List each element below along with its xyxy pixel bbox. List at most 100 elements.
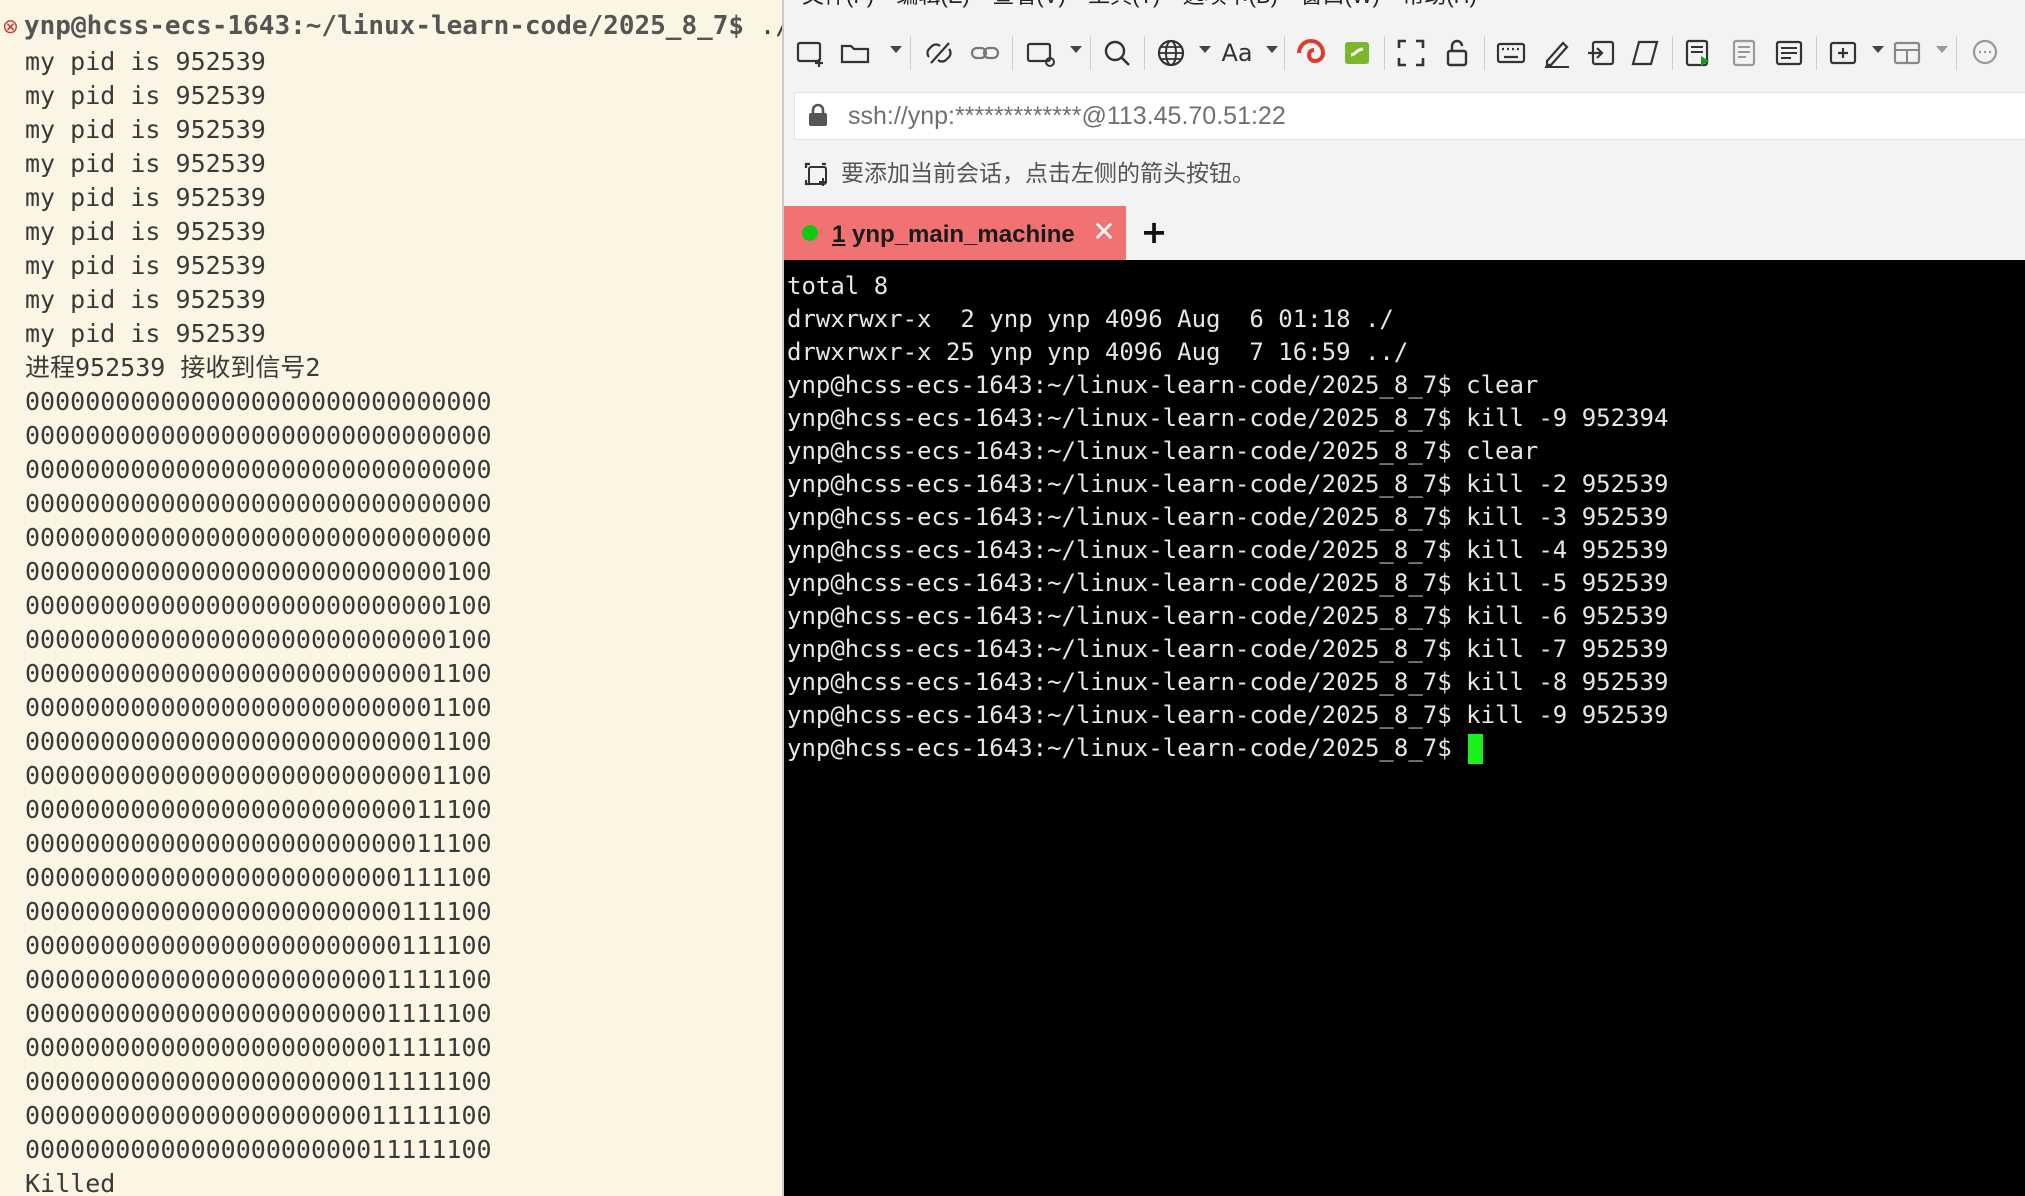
globe-dropdown-icon[interactable] <box>1199 46 1211 53</box>
left-prompt-command: ./Te <box>759 11 782 41</box>
terminal-current-prompt: ynp@hcss-ecs-1643:~/linux-learn-code/202… <box>787 732 1668 765</box>
terminal-line: 0000000000000000000000000011100 <box>25 795 492 824</box>
terminal-cursor <box>1468 734 1484 764</box>
terminal-line: my pid is 952539 <box>25 183 266 212</box>
xftp-icon[interactable] <box>1290 32 1332 74</box>
new-session-icon[interactable] <box>790 32 832 74</box>
left-terminal-output: my pid is 952539 my pid is 952539 my pid i… <box>25 45 492 1196</box>
menu-file[interactable]: 文件(F) <box>802 0 874 10</box>
keyboard-icon[interactable] <box>1490 32 1532 74</box>
toolbar-separator <box>1816 36 1817 70</box>
terminal-line: ynp@hcss-ecs-1643:~/linux-learn-code/202… <box>787 569 1669 597</box>
left-terminal-prompt: ⊗ ynp@hcss-ecs-1643:~/linux-learn-code/20… <box>0 6 782 46</box>
terminal-line: my pid is 952539 <box>25 149 266 178</box>
menu-bar: 文件(F) 编辑(E) 查看(V) 工具(T) 选项卡(B) 窗口(W) 帮助(… <box>784 0 2025 10</box>
new-window-icon[interactable] <box>1020 32 1062 74</box>
menu-window[interactable]: 窗口(W) <box>1300 0 1379 10</box>
send-icon[interactable] <box>1580 32 1622 74</box>
terminal-line: my pid is 952539 <box>25 319 266 348</box>
compose-icon[interactable] <box>1768 32 1810 74</box>
left-prompt-path: ynp@hcss-ecs-1643:~/linux-learn-code/202… <box>24 11 745 41</box>
terminal-line: 0000000000000000000000000000100 <box>25 557 492 586</box>
terminal-line: 0000000000000000000000000111100 <box>25 863 492 892</box>
terminal-line: 0000000000000000000000000000000 <box>25 489 492 518</box>
terminal-line: my pid is 952539 <box>25 81 266 110</box>
menu-tools[interactable]: 工具(T) <box>1088 0 1160 10</box>
terminal-line: ynp@hcss-ecs-1643:~/linux-learn-code/202… <box>787 404 1669 432</box>
xshell-green-icon[interactable] <box>1336 32 1378 74</box>
terminal-line: 0000000000000000000000000000000 <box>25 421 492 450</box>
menu-help[interactable]: 帮助(H) <box>1402 0 1477 10</box>
tab-ynp-main-machine[interactable]: 1 ynp_main_machine ✕ <box>784 206 1126 260</box>
terminal-line: 0000000000000000000000000000000 <box>25 523 492 552</box>
toolbar-separator <box>1484 36 1485 70</box>
chat-icon[interactable] <box>1964 32 2006 74</box>
layout-dropdown-icon[interactable] <box>1936 46 1948 53</box>
pen-icon[interactable] <box>1536 32 1578 74</box>
terminal-line: total 8 <box>787 272 889 300</box>
menu-edit[interactable]: 编辑(E) <box>897 0 970 10</box>
connection-status-icon <box>802 225 818 241</box>
terminal-line: 0000000000000000000000000000000 <box>25 387 492 416</box>
layout-icon[interactable] <box>1886 32 1928 74</box>
address-bar[interactable]: ssh://ynp:*************@113.45.70.51:22 <box>794 92 2025 140</box>
toolbar-separator <box>1284 36 1285 70</box>
add-tab-button[interactable]: + <box>1136 214 1172 250</box>
open-folder-icon[interactable] <box>834 32 876 74</box>
terminal-line: 0000000000000000000000000000000 <box>25 455 492 484</box>
add-session-arrow-icon[interactable] <box>802 160 830 188</box>
terminal-line: 0000000000000000000000000111100 <box>25 897 492 926</box>
lock-icon[interactable] <box>1436 32 1478 74</box>
terminal-line: 0000000000000000000000001111100 <box>25 999 492 1028</box>
error-icon: ⊗ <box>2 14 19 38</box>
window-dropdown-icon[interactable] <box>1070 46 1082 53</box>
terminal-line: my pid is 952539 <box>25 285 266 314</box>
ssh-terminal[interactable]: total 8 drwxrwxr-x 2 ynp ynp 4096 Aug 6 0… <box>784 260 2025 1196</box>
new-tab-icon[interactable] <box>1822 32 1864 74</box>
terminal-line: my pid is 952539 <box>25 251 266 280</box>
terminal-line: ynp@hcss-ecs-1643:~/linux-learn-code/202… <box>787 635 1669 663</box>
terminal-line: 0000000000000000000000000111100 <box>25 931 492 960</box>
menu-view[interactable]: 查看(V) <box>992 0 1065 10</box>
script-icon[interactable] <box>1624 32 1666 74</box>
tab-strip: 1 ynp_main_machine ✕ + <box>784 206 2025 260</box>
terminal-line: 0000000000000000000000000000100 <box>25 625 492 654</box>
link-icon[interactable] <box>964 32 1006 74</box>
terminal-line: 0000000000000000000000011111100 <box>25 1067 492 1096</box>
hint-text: 要添加当前会话，点击左侧的箭头按钮。 <box>841 161 1255 187</box>
globe-icon[interactable] <box>1150 32 1192 74</box>
open-dropdown-icon[interactable] <box>890 46 902 53</box>
fullscreen-icon[interactable] <box>1390 32 1432 74</box>
toolbar-separator <box>1012 36 1013 70</box>
left-terminal[interactable]: ⊗ ynp@hcss-ecs-1643:~/linux-learn-code/20… <box>0 0 782 1196</box>
terminal-line: drwxrwxr-x 25 ynp ynp 4096 Aug 7 16:59 .… <box>787 338 1409 366</box>
terminal-line: ynp@hcss-ecs-1643:~/linux-learn-code/202… <box>787 536 1669 564</box>
terminal-line: 0000000000000000000000011111100 <box>25 1101 492 1130</box>
close-icon[interactable]: ✕ <box>1090 218 1118 246</box>
font-dropdown-icon[interactable] <box>1266 46 1278 53</box>
search-icon[interactable] <box>1096 32 1138 74</box>
toolbar: Aa <box>784 24 2025 82</box>
terminal-line: ynp@hcss-ecs-1643:~/linux-learn-code/202… <box>787 437 1539 465</box>
terminal-line: drwxrwxr-x 2 ynp ynp 4096 Aug 6 01:18 ./ <box>787 305 1394 333</box>
toolbar-separator <box>1384 36 1385 70</box>
current-prompt-text: ynp@hcss-ecs-1643:~/linux-learn-code/202… <box>787 734 1467 762</box>
disconnect-icon[interactable] <box>918 32 960 74</box>
terminal-line: 0000000000000000000000000001100 <box>25 761 492 790</box>
ssh-client-window: 文件(F) 编辑(E) 查看(V) 工具(T) 选项卡(B) 窗口(W) 帮助(… <box>784 0 2025 1196</box>
address-text: ssh://ynp:*************@113.45.70.51:22 <box>848 102 1286 130</box>
transfer-icon[interactable] <box>1678 32 1720 74</box>
toolbar-separator <box>1956 36 1957 70</box>
terminal-line: 进程952539 接收到信号2 <box>25 353 321 382</box>
menu-tabs[interactable]: 选项卡(B) <box>1183 0 1278 10</box>
toolbar-separator <box>1090 36 1091 70</box>
terminal-line: ynp@hcss-ecs-1643:~/linux-learn-code/202… <box>787 470 1669 498</box>
new-tab-dropdown-icon[interactable] <box>1872 46 1884 53</box>
font-icon[interactable]: Aa <box>1216 32 1258 74</box>
terminal-line: 0000000000000000000000000001100 <box>25 727 492 756</box>
log-icon[interactable] <box>1724 32 1766 74</box>
terminal-line: my pid is 952539 <box>25 115 266 144</box>
terminal-line: ynp@hcss-ecs-1643:~/linux-learn-code/202… <box>787 701 1669 729</box>
tab-label: 1 ynp_main_machine <box>832 221 1075 248</box>
terminal-line: 0000000000000000000000001111100 <box>25 1033 492 1062</box>
